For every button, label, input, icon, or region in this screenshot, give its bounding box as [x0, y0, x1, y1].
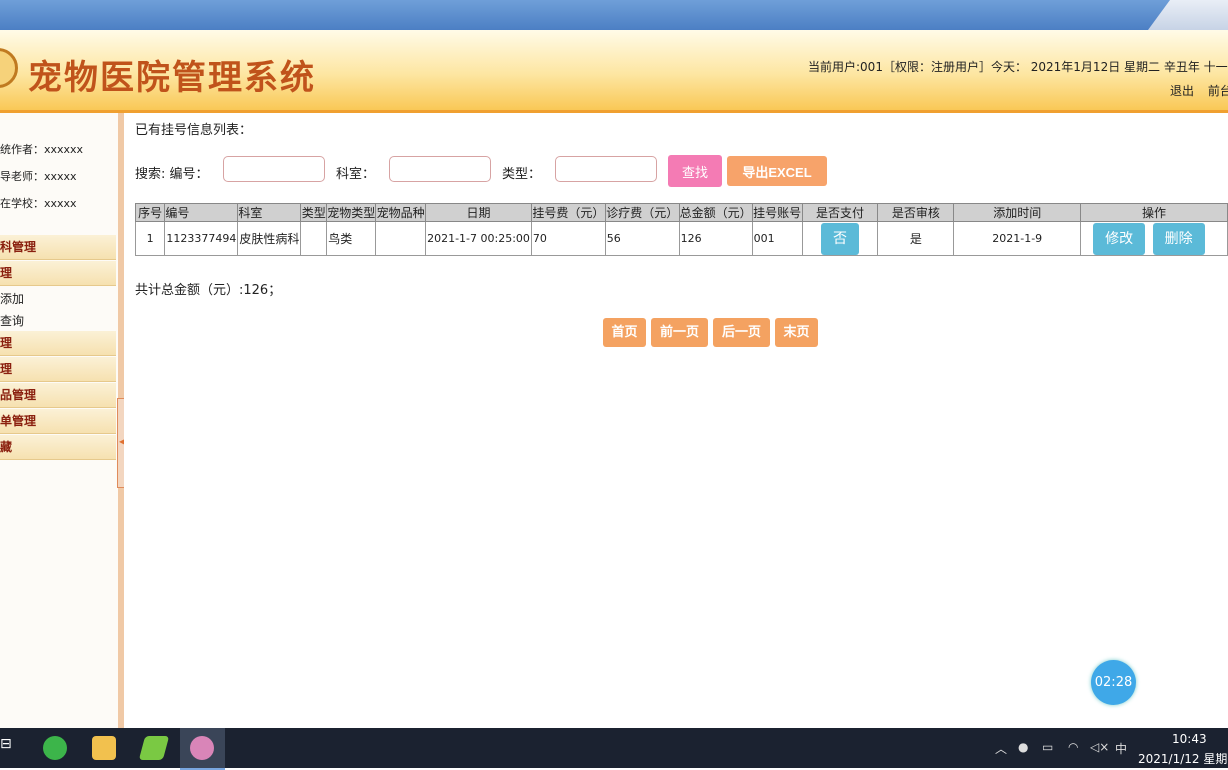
active-app[interactable] [180, 728, 225, 770]
col-header: 宠物品种 [375, 203, 427, 222]
prev-page-button[interactable]: 前一页 [651, 318, 708, 347]
type-label: 类型： [502, 167, 542, 182]
volume-muted-icon[interactable]: ◁× [1090, 740, 1109, 754]
sidebar-group-orders[interactable]: 单管理 [0, 409, 116, 434]
page-header: 宠物医院管理系统 当前用户:001［权限：注册用户］今天： 2021年1月12日… [0, 30, 1228, 113]
first-page-button[interactable]: 首页 [603, 318, 646, 347]
cell-pet-type: 鸟类 [326, 221, 377, 256]
dept-search-input[interactable] [389, 156, 491, 182]
frontend-link[interactable]: 前台 [1208, 84, 1228, 98]
ime-indicator[interactable]: 中 [1115, 740, 1127, 757]
registration-table: 序号 编号 科室 类型 宠物类型 宠物品种 日期 挂号费（元） 诊疗费（元） 总… [134, 203, 1228, 256]
delete-button[interactable]: 删除 [1152, 222, 1205, 255]
col-header: 序号 [134, 203, 166, 222]
cell-type [300, 221, 328, 256]
sidebar-item-add[interactable]: 添加 [0, 290, 24, 307]
col-header: 诊疗费（元） [604, 203, 680, 222]
table-row: 1 1123377494 皮肤性病科 鸟类 2021-1-7 00:25:00 … [134, 221, 1228, 256]
col-header: 挂号账号 [751, 203, 803, 222]
clock-date[interactable]: 2021/1/12 星期 [1138, 750, 1227, 767]
cell-number: 1123377494 [164, 221, 239, 256]
sidebar-group-dept[interactable]: 科管理 [0, 235, 116, 260]
logout-link[interactable]: 退出 [1170, 84, 1194, 98]
col-header: 是否审核 [877, 203, 955, 222]
col-header: 类型 [300, 203, 328, 222]
col-header: 宠物类型 [326, 203, 377, 222]
next-page-button[interactable]: 后一页 [713, 318, 770, 347]
chevron-up-icon[interactable]: ︿ [995, 740, 1007, 757]
sidebar-group-3[interactable]: 理 [0, 331, 116, 356]
clock-time[interactable]: 10:43 [1172, 732, 1207, 746]
number-search-input[interactable] [223, 156, 325, 182]
sidebar-group-2[interactable]: 理 [0, 261, 116, 286]
current-user-info: 当前用户:001［权限：注册用户］今天： 2021年1月12日 星期二 辛丑年 … [808, 60, 1228, 74]
sidebar: 统作者：xxxxxx 导老师：xxxxx 在学校：xxxxx 科管理 理 添加 … [0, 113, 124, 728]
col-header: 挂号费（元） [530, 203, 606, 222]
wifi-icon[interactable]: ◠ [1068, 740, 1078, 754]
cell-index: 1 [134, 221, 166, 256]
search-bar: 搜索: 编号： 科室： 类型： 查找 导出EXCEL [135, 155, 1135, 187]
browser-icon[interactable] [43, 736, 67, 760]
col-header: 日期 [425, 203, 532, 222]
cell-date: 2021-1-7 00:25:00 [425, 221, 532, 256]
taskbar: ⊟ ︿ ● ▭ ◠ ◁× 中 10:43 2021/1/12 星期 [0, 728, 1228, 770]
sidebar-author: 统作者：xxxxxx [0, 143, 84, 156]
recording-timer[interactable]: 02:28 [1091, 660, 1136, 705]
sidebar-advisor: 导老师：xxxxx [0, 170, 77, 183]
main-content: 已有挂号信息列表： 搜索: 编号： 科室： 类型： 查找 导出EXCEL 序号 … [124, 113, 1228, 728]
cell-pet-breed [375, 221, 427, 256]
site-title: 宠物医院管理系统 [28, 58, 316, 98]
sidebar-group-favorites[interactable]: 藏 [0, 435, 116, 460]
cell-paid: 否 [801, 221, 879, 256]
total-amount-text: 共计总金额（元）:126； [135, 283, 282, 298]
paid-status-button[interactable]: 否 [820, 222, 859, 255]
cell-added: 2021-1-9 [953, 221, 1082, 256]
cell-account: 001 [751, 221, 803, 256]
export-excel-button[interactable]: 导出EXCEL [727, 156, 827, 186]
search-number-label: 搜索: 编号： [135, 167, 209, 182]
task-view-icon[interactable]: ⊟ [0, 736, 12, 752]
header-links: 退出 前台 [1170, 82, 1228, 99]
col-header: 是否支付 [801, 203, 879, 222]
cell-total: 126 [678, 221, 753, 256]
battery-icon[interactable]: ▭ [1042, 740, 1053, 754]
browser-top-strip [0, 0, 1228, 30]
list-title: 已有挂号信息列表： [135, 123, 253, 138]
col-header: 总金额（元） [678, 203, 753, 222]
cell-reviewed: 是 [877, 221, 955, 256]
table-header-row: 序号 编号 科室 类型 宠物类型 宠物品种 日期 挂号费（元） 诊疗费（元） 总… [134, 203, 1228, 222]
col-header: 编号 [164, 203, 239, 222]
folder-icon[interactable] [92, 736, 116, 760]
browser-tab-edge[interactable] [1148, 0, 1228, 30]
sidebar-group-4[interactable]: 理 [0, 357, 116, 382]
logo-icon [0, 48, 18, 88]
sidebar-school: 在学校：xxxxx [0, 197, 77, 210]
col-header: 操作 [1080, 203, 1228, 222]
type-search-input[interactable] [555, 156, 657, 182]
col-header: 添加时间 [953, 203, 1082, 222]
sidebar-group-products[interactable]: 品管理 [0, 383, 116, 408]
editor-icon[interactable] [138, 736, 170, 760]
cell-actions: 修改 删除 [1080, 221, 1228, 256]
app-avatar-icon [190, 736, 214, 760]
search-button[interactable]: 查找 [668, 155, 722, 187]
cell-treat-fee: 56 [604, 221, 680, 256]
cell-reg-fee: 70 [530, 221, 606, 256]
col-header: 科室 [237, 203, 302, 222]
sidebar-item-query[interactable]: 查询 [0, 312, 24, 329]
cell-dept: 皮肤性病科 [237, 221, 302, 256]
dept-label: 科室： [336, 167, 376, 182]
last-page-button[interactable]: 末页 [775, 318, 818, 347]
edit-button[interactable]: 修改 [1093, 222, 1146, 255]
qq-icon[interactable]: ● [1018, 740, 1028, 754]
